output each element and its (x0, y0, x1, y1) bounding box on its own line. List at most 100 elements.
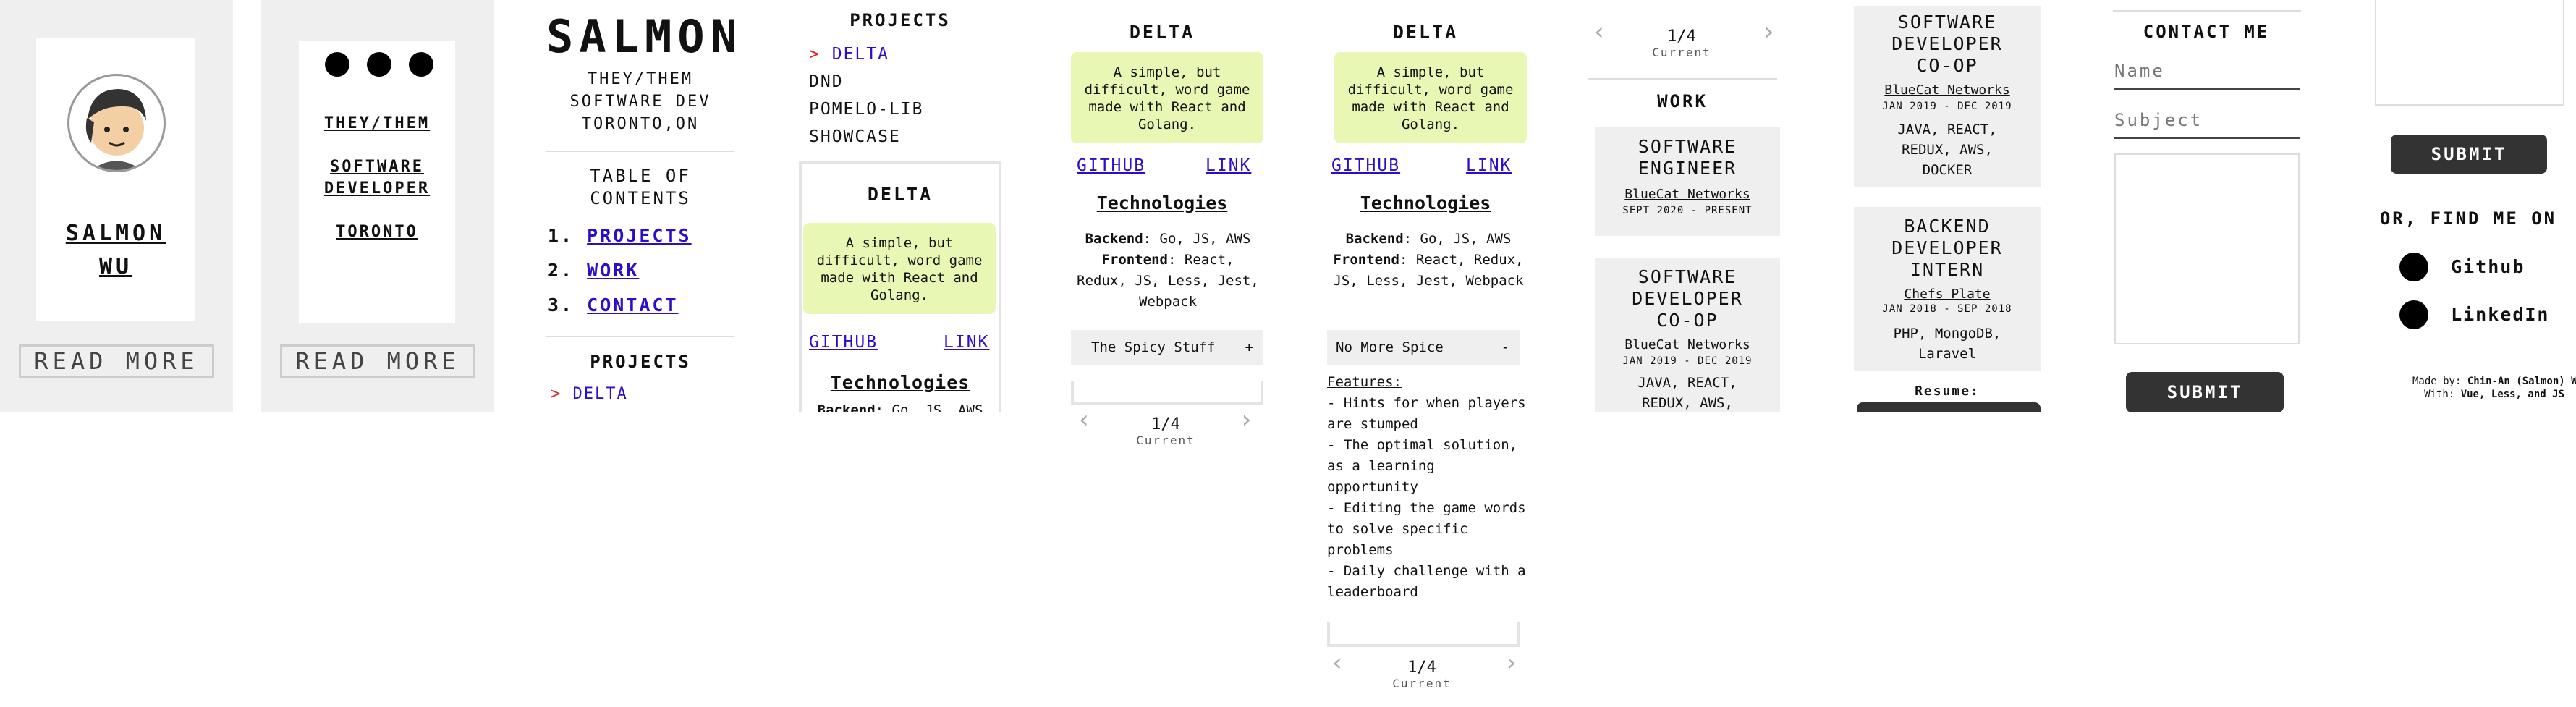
features-list: Features: - Hints for when players are s… (1327, 372, 1527, 603)
resume-label: Resume: (1915, 384, 1980, 399)
location-link[interactable]: TORONTO (299, 221, 455, 243)
job-title: SOFTWARE DEVELOPER CO-OP (1632, 266, 1743, 331)
dots-icon (325, 52, 433, 77)
job-company-link[interactable]: BlueCat Networks (1854, 82, 2041, 98)
subject-input[interactable]: Subject (2114, 110, 2300, 139)
project-link[interactable]: LINK (1466, 156, 1512, 175)
linkedin-social-link[interactable]: LinkedIn (2399, 300, 2549, 329)
spice-accordion[interactable]: No More Spice - (1327, 330, 1520, 365)
job-skills: JAVA, REACT, REDUX, AWS, (1637, 375, 1737, 411)
features-label: Features: (1327, 374, 1402, 390)
message-textarea[interactable] (2375, 0, 2564, 106)
divider (1071, 381, 1263, 405)
job-company-link[interactable]: BlueCat Networks (1595, 337, 1780, 352)
job-dates: JAN 2019 - DEC 2019 (1622, 355, 1753, 367)
project-item-delta[interactable]: > DELTA (551, 385, 628, 403)
project-description: A simple, but difficult, word game made … (803, 223, 996, 314)
toc-link-contact[interactable]: CONTACT (587, 295, 678, 316)
project-link[interactable]: LINK (1206, 156, 1251, 175)
pager: 1/4 Current (1392, 659, 1452, 690)
minus-icon: - (1501, 339, 1509, 355)
job-card: BACKEND DEVELOPER INTERN Chefs Plate JAN… (1854, 207, 2041, 371)
divider (1327, 622, 1520, 647)
resume-button[interactable] (1857, 402, 2041, 412)
projects-heading: PROJECTS (850, 10, 951, 30)
toc-heading-line2: CONTENTS (590, 188, 691, 208)
job-dates: JAN 2019 - DEC 2019 (1882, 101, 2012, 112)
technologies-heading: Technologies (830, 372, 970, 393)
read-more-button[interactable]: READ MORE (19, 344, 214, 378)
divider (1588, 78, 1777, 80)
toc-link-projects[interactable]: PROJECTS (587, 225, 691, 246)
linkedin-icon (2399, 300, 2428, 329)
backend-tech: Backend: Go, JS, AWS (1345, 231, 1512, 247)
frontend-tech: Frontend: React, Redux, JS, Less, Jest, … (1333, 252, 1524, 289)
next-arrow-icon[interactable]: › (1504, 648, 1518, 677)
job-card: SOFTWARE DEVELOPER CO-OP BlueCat Network… (1854, 6, 2041, 187)
pronouns-link[interactable]: THEY/THEM (299, 113, 455, 135)
project-card-expanded: DELTA A simple, but difficult, word game… (1324, 0, 1534, 707)
profile-name-first[interactable]: SALMON (36, 217, 195, 250)
project-title: DELTA (1129, 22, 1195, 43)
next-arrow-icon[interactable]: › (1761, 17, 1776, 46)
role-link-line1[interactable]: SOFTWARE (299, 156, 455, 178)
toc-item-projects: 1. PROJECTS (548, 225, 692, 246)
project-item-showcase[interactable]: SHOWCASE (809, 123, 923, 151)
pager: 1/4 Current (1652, 27, 1711, 59)
github-link[interactable]: GITHUB (1331, 156, 1400, 175)
name-input[interactable]: Name (2114, 61, 2300, 90)
project-description: A simple, but difficult, word game made … (1334, 52, 1527, 143)
spice-accordion[interactable]: The Spicy Stuff + (1071, 330, 1263, 365)
profile-card-back: THEY/THEM SOFTWARE DEVELOPER TORONTO (299, 41, 455, 323)
backend-tech: Backend: Go, JS, AWS (1085, 231, 1251, 247)
prev-arrow-icon[interactable]: ‹ (1330, 648, 1344, 677)
avatar (67, 74, 166, 172)
profile-name-last[interactable]: WU (36, 250, 195, 284)
project-item-pomelo-lib[interactable]: POMELO-LIB (809, 96, 923, 123)
divider (546, 336, 734, 337)
subtitle-role: SOFTWARE DEV (569, 93, 711, 111)
project-item-delta[interactable]: > DELTA (809, 41, 923, 68)
job-title: SOFTWARE ENGINEER (1637, 136, 1737, 179)
backend-tech: Backend: Go, JS, AWS (817, 402, 983, 412)
project-title: DELTA (867, 184, 933, 205)
job-dates: JAN 2018 - SEP 2018 (1882, 303, 2012, 315)
built-with-line: With: Vue, Less, and JS (2424, 389, 2564, 400)
project-list: > DELTA DND POMELO-LIB SHOWCASE (809, 41, 923, 151)
work-list-panel: SOFTWARE DEVELOPER CO-OP BlueCat Network… (1854, 0, 2045, 412)
prev-arrow-icon[interactable]: ‹ (1592, 17, 1606, 46)
contact-heading: CONTACT ME (2143, 22, 2270, 42)
message-textarea[interactable] (2114, 153, 2300, 344)
prev-arrow-icon[interactable]: ‹ (1077, 405, 1091, 434)
job-company-link[interactable]: Chefs Plate (1854, 287, 2041, 302)
frontend-tech: Frontend: React, Redux, JS, Less, Jest, … (1077, 252, 1259, 310)
toc-item-contact: 3. CONTACT (548, 295, 679, 316)
next-arrow-icon[interactable]: › (1239, 405, 1253, 434)
github-link[interactable]: GITHUB (809, 333, 878, 352)
site-title: SALMON (546, 10, 734, 63)
subtitle-pronouns: THEY/THEM (587, 70, 694, 88)
job-card: SOFTWARE DEVELOPER CO-OP BlueCat Network… (1595, 258, 1780, 412)
footer-credits: Made by: Chin-An (Salmon) Wu With: Vue, … (2370, 375, 2576, 401)
job-skills: PHP, MongoDB, Laravel (1893, 326, 2001, 362)
github-link[interactable]: GITHUB (1077, 156, 1145, 175)
project-title: DELTA (1392, 22, 1459, 43)
submit-button[interactable]: SUBMIT (2391, 135, 2547, 174)
github-social-link[interactable]: Github (2399, 252, 2525, 281)
read-more-button[interactable]: READ MORE (280, 344, 475, 378)
profile-card-panel: SALMON WU READ MORE (0, 0, 233, 412)
submit-button[interactable]: SUBMIT (2126, 372, 2284, 412)
table-of-contents-panel: SALMON THEY/THEM SOFTWARE DEV TORONTO,ON… (546, 0, 734, 412)
toc-link-work[interactable]: WORK (587, 260, 639, 281)
pager: 1/4 Current (1136, 415, 1195, 447)
job-company-link[interactable]: BlueCat Networks (1595, 187, 1780, 202)
contact-panel: CONTACT ME Name Subject SUBMIT (2113, 0, 2302, 420)
github-icon (2399, 253, 2428, 281)
job-title: BACKEND DEVELOPER INTERN (1891, 216, 2003, 280)
project-item-dnd[interactable]: DND (809, 68, 923, 96)
job-skills: JAVA, REACT, REDUX, AWS, DOCKER (1897, 122, 1997, 178)
role-link-line2[interactable]: DEVELOPER (299, 178, 455, 200)
project-link[interactable]: LINK (944, 333, 989, 352)
work-heading: WORK (1657, 91, 1708, 111)
feature-item: - Editing the game words to solve specif… (1327, 500, 1526, 558)
